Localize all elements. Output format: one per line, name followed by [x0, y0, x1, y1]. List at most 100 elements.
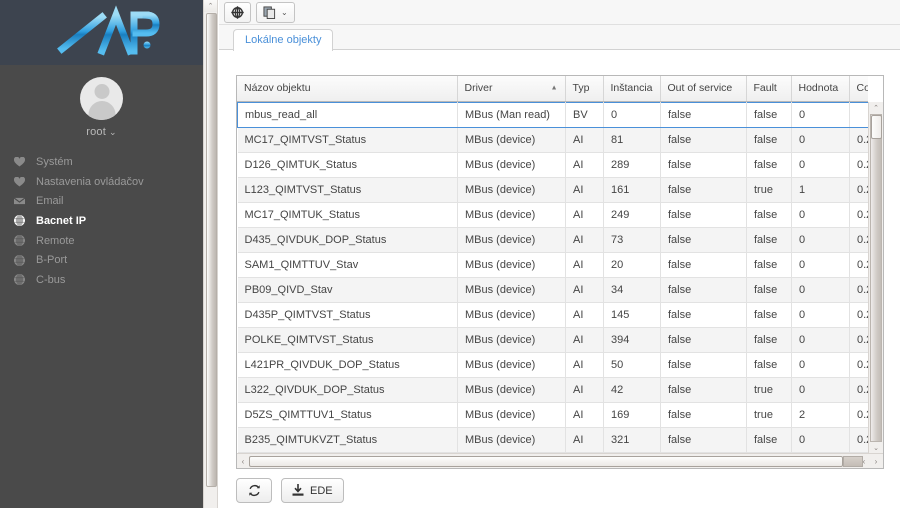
scroll-right-icon[interactable]: › — [870, 454, 882, 469]
scroll-left-icon-secondary[interactable]: ‹ — [858, 454, 870, 469]
scrollbar-track[interactable] — [870, 114, 882, 442]
column-header-driver[interactable]: Driver ▲ — [457, 76, 565, 101]
scroll-up-icon[interactable]: ⌃ — [204, 0, 217, 12]
cell-driver: MBus (device) — [458, 353, 566, 378]
table-row[interactable]: PB09_QIVD_StavMBus (device)AI34falsefals… — [238, 278, 869, 303]
cell-fault: false — [747, 353, 792, 378]
objects-grid-panel: Názov objektu Driver ▲ Typ Inštancia Out… — [236, 75, 884, 469]
cell-instancia: 169 — [604, 403, 661, 428]
sidebar-item-email[interactable]: Email — [0, 191, 203, 211]
column-label: Driver — [465, 82, 493, 94]
refresh-button[interactable] — [236, 478, 272, 503]
cell-fault: false — [747, 128, 792, 153]
cell-typ: AI — [566, 403, 604, 428]
sidebar-item-bacnet-ip[interactable]: Bacnet IP — [0, 211, 203, 231]
ede-export-button[interactable]: EDE — [281, 478, 344, 503]
refresh-icon — [248, 484, 261, 497]
scrollbar-thumb[interactable] — [206, 13, 217, 487]
cell-out-of-service: false — [661, 278, 747, 303]
cell-out-of-service: false — [661, 403, 747, 428]
table-row[interactable]: B235_QIMTUKVZT_StatusMBus (device)AI321f… — [238, 428, 869, 453]
cell-typ: AI — [566, 353, 604, 378]
application-window: root⌄ Systém Nastavenia ovládačov — [0, 0, 900, 508]
cell-driver: MBus (device) — [458, 178, 566, 203]
scroll-left-icon[interactable]: ‹ — [237, 454, 249, 469]
scrollbar-thumb[interactable] — [871, 115, 882, 139]
table-row[interactable]: MC17_QIMTUK_StatusMBus (device)AI249fals… — [238, 203, 869, 228]
column-header-typ[interactable]: Typ — [565, 76, 603, 101]
cell-cov-increment: 0.2 — [850, 278, 869, 303]
cell-driver: MBus (device) — [458, 228, 566, 253]
table-row[interactable]: L123_QIMTVST_StatusMBus (device)AI161fal… — [238, 178, 869, 203]
column-header-fault[interactable]: Fault — [746, 76, 791, 101]
cell-out-of-service: false — [661, 428, 747, 453]
table-row[interactable]: D5ZS_QIMTTUV1_StatusMBus (device)AI169fa… — [238, 403, 869, 428]
column-label: Typ — [573, 82, 590, 94]
table-row[interactable]: MC17_QIMTVST_StatusMBus (device)AI81fals… — [238, 128, 869, 153]
cell-hodnota: 0 — [792, 153, 850, 178]
sidebar-item-remote[interactable]: Remote — [0, 231, 203, 251]
cell-nazov-objektu: B235_QIMTUKVZT_Status — [238, 428, 458, 453]
cell-hodnota: 0 — [792, 128, 850, 153]
sidebar-item-b-port[interactable]: B-Port — [0, 250, 203, 270]
table-row[interactable]: L322_QIVDUK_DOP_StatusMBus (device)AI42f… — [238, 378, 869, 403]
sidebar-item-system[interactable]: Systém — [0, 152, 203, 172]
sidebar-item-driver-settings[interactable]: Nastavenia ovládačov — [0, 172, 203, 192]
table-row[interactable]: POLKE_QIMTVST_StatusMBus (device)AI394fa… — [238, 328, 869, 353]
table-row[interactable]: D435_QIVDUK_DOP_StatusMBus (device)AI73f… — [238, 228, 869, 253]
column-header-out-of-service[interactable]: Out of service — [660, 76, 746, 101]
user-menu[interactable]: root⌄ — [0, 126, 203, 138]
copy-button[interactable]: ⌄ — [256, 2, 295, 23]
cell-driver: MBus (device) — [458, 403, 566, 428]
cell-nazov-objektu: MC17_QIMTVST_Status — [238, 128, 458, 153]
table-row[interactable]: L421PR_QIVDUK_DOP_StatusMBus (device)AI5… — [238, 353, 869, 378]
column-header-hodnota[interactable]: Hodnota — [791, 76, 849, 101]
table-row[interactable]: D435P_QIMTVST_StatusMBus (device)AI145fa… — [238, 303, 869, 328]
cell-typ: AI — [566, 303, 604, 328]
grid-header-row: Názov objektu Driver ▲ Typ Inštancia Out… — [237, 76, 868, 101]
table-row[interactable]: SAM1_QIMTTUV_StavMBus (device)AI20falsef… — [238, 253, 869, 278]
column-header-instancia[interactable]: Inštancia — [603, 76, 660, 101]
sidebar-item-label: Bacnet IP — [36, 211, 86, 231]
table-row[interactable]: mbus_read_allMBus (Man read)BV0falsefals… — [238, 103, 869, 128]
brand-logo[interactable] — [0, 0, 203, 65]
avatar-head — [94, 84, 109, 99]
cell-hodnota: 0 — [792, 353, 850, 378]
cell-hodnota: 0 — [792, 428, 850, 453]
column-header-nazov-objektu[interactable]: Názov objektu — [237, 76, 457, 101]
grid-vertical-scrollbar[interactable]: ⌃ ⌄ — [868, 102, 883, 454]
cell-instancia: 73 — [604, 228, 661, 253]
cell-nazov-objektu: D435P_QIMTVST_Status — [238, 303, 458, 328]
cell-typ: AI — [566, 378, 604, 403]
user-name-label: root — [86, 126, 106, 138]
table-row[interactable]: D126_QIMTUK_StatusMBus (device)AI289fals… — [238, 153, 869, 178]
page-vertical-scrollbar[interactable]: ⌃ — [203, 0, 218, 508]
scrollbar-thumb[interactable] — [249, 456, 843, 467]
scroll-up-icon[interactable]: ⌃ — [869, 102, 883, 114]
sidebar-item-c-bus[interactable]: C-bus — [0, 270, 203, 290]
cell-nazov-objektu: D126_QIMTUK_Status — [238, 153, 458, 178]
download-icon — [292, 484, 304, 497]
cell-cov-increment: 0.2 — [850, 178, 869, 203]
cell-hodnota: 0 — [792, 253, 850, 278]
cell-typ: BV — [566, 103, 604, 128]
cell-driver: MBus (device) — [458, 153, 566, 178]
zap-logo-icon — [42, 5, 162, 61]
avatar[interactable] — [80, 77, 123, 120]
cell-nazov-objektu: L123_QIMTVST_Status — [238, 178, 458, 203]
cell-typ: AI — [566, 153, 604, 178]
cell-fault: false — [747, 428, 792, 453]
tab-lokalne-objekty[interactable]: Lokálne objekty — [233, 29, 333, 51]
cell-instancia: 289 — [604, 153, 661, 178]
cell-driver: MBus (device) — [458, 378, 566, 403]
cell-cov-increment: 0.2 — [850, 253, 869, 278]
grid-horizontal-scrollbar[interactable]: ‹ ‹ › — [237, 453, 883, 468]
heart-icon — [14, 157, 36, 167]
grid-body-viewport[interactable]: mbus_read_allMBus (Man read)BV0falsefals… — [237, 102, 868, 454]
column-header-cov-increment[interactable]: Cov increment — [849, 76, 868, 101]
globe-target-button[interactable] — [224, 2, 251, 23]
cell-out-of-service: false — [661, 178, 747, 203]
cell-instancia: 161 — [604, 178, 661, 203]
cell-out-of-service: false — [661, 378, 747, 403]
cell-hodnota: 0 — [792, 378, 850, 403]
